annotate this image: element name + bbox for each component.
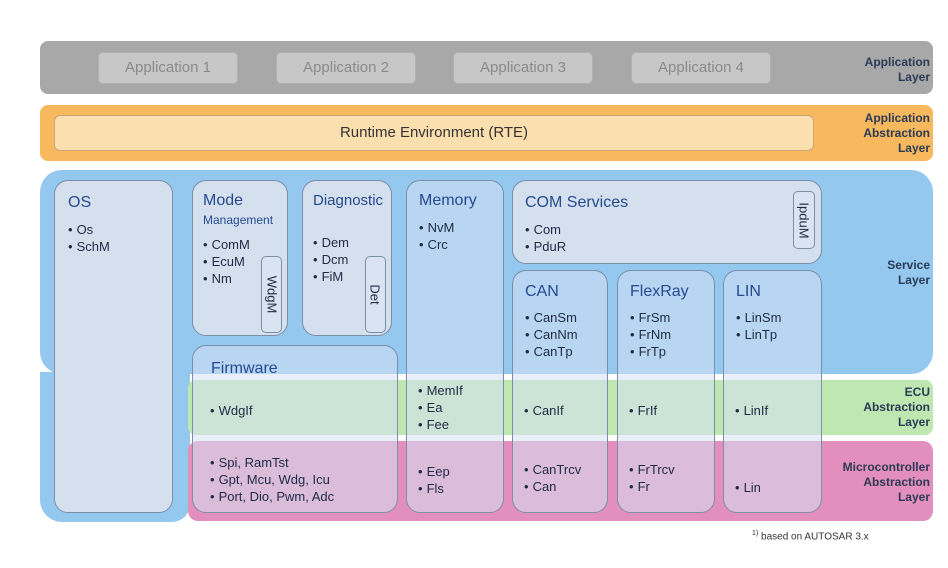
list-item: Nm xyxy=(203,270,250,287)
mcu-layer-label: Microcontroller Abstraction Layer xyxy=(842,460,930,504)
list-item: Crc xyxy=(419,236,454,253)
list-item: FrNm xyxy=(630,326,672,343)
list-item: CanTp xyxy=(525,343,578,360)
wdgm-label: WdgM xyxy=(264,275,279,314)
firmware-ecu-items: WdgIf xyxy=(210,402,253,419)
application-3-box: Application 3 xyxy=(453,52,593,84)
list-item: MemIf xyxy=(418,382,463,399)
lin-module: LIN LinSm LinTp xyxy=(723,270,822,513)
memory-mcu-items: Eep Fls xyxy=(418,463,450,497)
rte-box: Runtime Environment (RTE) xyxy=(54,115,814,151)
list-item: LinSm xyxy=(736,309,782,326)
list-item: WdgIf xyxy=(210,402,253,419)
list-item: FiM xyxy=(313,268,349,285)
os-items: Os SchM xyxy=(68,221,110,255)
list-item: PduR xyxy=(525,238,567,255)
list-item: CanNm xyxy=(525,326,578,343)
list-item: Spi, RamTst xyxy=(210,454,334,471)
det-label: Det xyxy=(368,284,384,305)
list-item: Lin xyxy=(735,479,761,496)
ipdum-label: IpduM xyxy=(796,201,812,239)
list-item: Os xyxy=(68,221,110,238)
com-services-title: COM Services xyxy=(525,194,629,211)
list-item: Com xyxy=(525,221,566,238)
list-item: NvM xyxy=(419,219,455,236)
list-item: FrIf xyxy=(629,402,658,419)
list-item: Dcm xyxy=(313,251,349,268)
footnote: 1) based on AUTOSAR 3.x xyxy=(752,530,869,542)
can-title: CAN xyxy=(525,283,559,300)
os-module: OS Os SchM xyxy=(54,180,173,513)
list-item: Eep xyxy=(418,463,450,480)
mode-items: ComM EcuM Nm xyxy=(203,236,250,287)
list-item: LinIf xyxy=(735,402,769,419)
memory-title: Memory xyxy=(419,192,477,209)
list-item: Fee xyxy=(418,416,463,433)
application-1-box: Application 1 xyxy=(98,52,238,84)
flexray-items: FrSm FrNm FrTp xyxy=(630,309,672,360)
list-item: LinTp xyxy=(736,326,781,343)
list-item: ComM xyxy=(203,236,250,253)
diagnostic-module: Diagnostic Dem Dcm FiM Det xyxy=(302,180,392,336)
list-item: FrTp xyxy=(630,343,671,360)
application-layer-label: Application Layer xyxy=(864,55,930,84)
list-item: Ea xyxy=(418,399,463,416)
list-item: Fls xyxy=(418,480,450,497)
wdgm-box: WdgM xyxy=(261,256,282,333)
com-services-items: Com PduR xyxy=(525,221,567,255)
diagnostic-items: Dem Dcm FiM xyxy=(313,234,349,285)
diagnostic-title: Diagnostic xyxy=(313,192,384,209)
application-2-box: Application 2 xyxy=(276,52,416,84)
service-layer-label: Service Layer xyxy=(887,258,930,287)
ecu-layer-label: ECU Abstraction Layer xyxy=(863,385,930,429)
lin-title: LIN xyxy=(736,283,761,300)
lin-items: LinSm LinTp xyxy=(736,309,782,343)
list-item: CanTrcv xyxy=(524,461,582,478)
list-item: Can xyxy=(524,478,581,495)
list-item: EcuM xyxy=(203,253,250,270)
memory-ecu-items: MemIf Ea Fee xyxy=(418,382,463,433)
list-item: SchM xyxy=(68,238,110,255)
can-ecu-items: CanIf xyxy=(524,402,564,419)
mode-subtitle: Management xyxy=(203,213,274,227)
com-services-module: COM Services Com PduR IpduM xyxy=(512,180,822,264)
os-title: OS xyxy=(68,194,92,211)
flexray-title: FlexRay xyxy=(630,283,689,300)
det-box: Det xyxy=(365,256,386,333)
flexray-mcu-items: FrTrcv Fr xyxy=(629,461,675,495)
ipdum-box: IpduM xyxy=(793,191,815,249)
can-mcu-items: CanTrcv Can xyxy=(524,461,582,495)
list-item: Dem xyxy=(313,234,349,251)
firmware-mcu-items: Spi, RamTst Gpt, Mcu, Wdg, Icu Port, Dio… xyxy=(210,454,335,505)
memory-items: NvM Crc xyxy=(419,219,455,253)
flexray-ecu-items: FrIf xyxy=(629,402,658,419)
list-item: FrSm xyxy=(630,309,671,326)
list-item: CanIf xyxy=(524,402,564,419)
list-item: Fr xyxy=(629,478,675,495)
lin-ecu-items: LinIf xyxy=(735,402,769,419)
mode-title: Mode xyxy=(203,192,244,209)
firmware-title: Firmware xyxy=(211,360,278,377)
list-item: Port, Dio, Pwm, Adc xyxy=(210,488,335,505)
footnote-mark: 1) xyxy=(752,530,759,537)
list-item: FrTrcv xyxy=(629,461,675,478)
application-4-box: Application 4 xyxy=(631,52,771,84)
list-item: Gpt, Mcu, Wdg, Icu xyxy=(210,471,334,488)
mode-management-module: Mode Management ComM EcuM Nm WdgM xyxy=(192,180,288,336)
rte-layer-label: Application Abstraction Layer xyxy=(863,111,930,155)
list-item: CanSm xyxy=(525,309,578,326)
footnote-text: based on AUTOSAR 3.x xyxy=(761,531,869,543)
lin-mcu-items: Lin xyxy=(735,479,761,496)
can-items: CanSm CanNm CanTp xyxy=(525,309,578,360)
